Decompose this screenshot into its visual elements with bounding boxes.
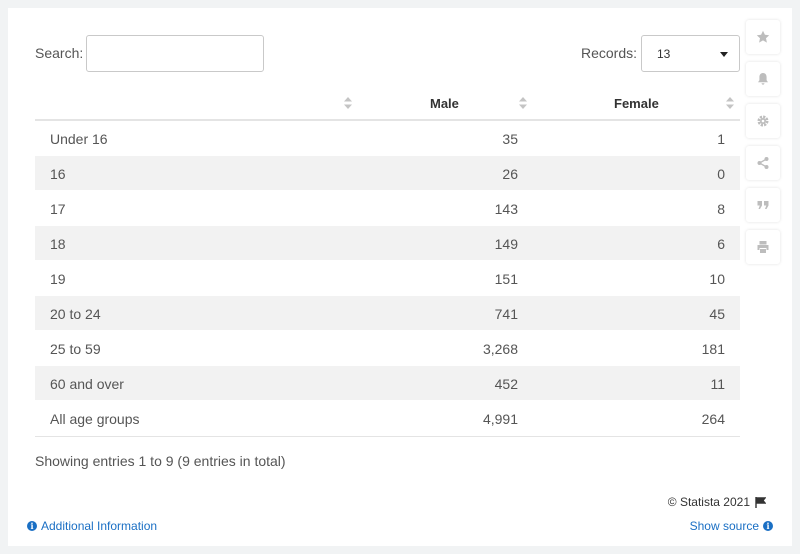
statistic-card: Search: Records: 13 Male Female Under 16… bbox=[8, 8, 792, 546]
table-bottom-border bbox=[35, 436, 740, 437]
copyright-text: © Statista 2021 bbox=[667, 495, 750, 509]
cell-female: 264 bbox=[701, 411, 725, 427]
table-row: Under 16 35 1 bbox=[35, 121, 740, 156]
cell-female: 10 bbox=[709, 271, 725, 287]
table-row: 17 143 8 bbox=[35, 191, 740, 226]
cell-female: 11 bbox=[710, 376, 725, 392]
records-value: 13 bbox=[657, 47, 671, 61]
favorite-button[interactable] bbox=[746, 20, 780, 54]
table-row: All age groups 4,991 264 bbox=[35, 401, 740, 436]
bell-icon bbox=[758, 73, 768, 85]
additional-information-label: Additional Information bbox=[41, 519, 158, 533]
cell-category: 16 bbox=[50, 166, 66, 182]
star-icon bbox=[756, 30, 770, 43]
gear-icon bbox=[757, 115, 769, 127]
cell-category: 20 to 24 bbox=[50, 306, 101, 322]
cite-button[interactable] bbox=[746, 188, 780, 222]
additional-information-link[interactable]: i Additional Information bbox=[27, 519, 157, 533]
table-row: 18 149 6 bbox=[35, 226, 740, 261]
notification-button[interactable] bbox=[746, 62, 780, 96]
cell-category: 17 bbox=[50, 201, 66, 217]
cell-male: 4,991 bbox=[482, 411, 518, 427]
print-icon bbox=[757, 241, 769, 253]
table-row: 16 26 0 bbox=[35, 156, 740, 191]
table-row: 20 to 24 741 45 bbox=[35, 296, 740, 331]
records-label: Records: bbox=[581, 45, 638, 61]
table-row: 25 to 59 3,268 181 bbox=[35, 331, 740, 366]
sort-icon[interactable] bbox=[726, 97, 734, 109]
cell-category: 19 bbox=[50, 271, 66, 287]
data-table: Male Female Under 16 35 1 16 26 0 17 143… bbox=[35, 86, 740, 437]
info-icon: i bbox=[763, 521, 773, 531]
cell-female: 1 bbox=[717, 131, 725, 147]
quote-icon bbox=[757, 201, 769, 209]
sort-icon[interactable] bbox=[519, 97, 527, 109]
cell-category: 25 to 59 bbox=[50, 341, 101, 357]
column-header-male[interactable]: Male bbox=[430, 96, 459, 111]
print-button[interactable] bbox=[746, 230, 780, 264]
show-source-label: Show source bbox=[689, 519, 759, 533]
entries-summary: Showing entries 1 to 9 (9 entries in tot… bbox=[35, 453, 286, 469]
cell-female: 6 bbox=[717, 236, 725, 252]
cell-female: 8 bbox=[717, 201, 725, 217]
cell-male: 149 bbox=[494, 236, 518, 252]
column-header-female[interactable]: Female bbox=[614, 96, 659, 111]
cell-category: All age groups bbox=[50, 411, 140, 427]
cell-male: 741 bbox=[494, 306, 518, 322]
cell-female: 0 bbox=[717, 166, 725, 182]
settings-button[interactable] bbox=[746, 104, 780, 138]
cell-category: 18 bbox=[50, 236, 66, 252]
cell-male: 143 bbox=[494, 201, 518, 217]
cell-category: Under 16 bbox=[50, 131, 108, 147]
share-icon bbox=[757, 157, 769, 169]
share-button[interactable] bbox=[746, 146, 780, 180]
caret-down-icon bbox=[720, 52, 728, 57]
table-row: 19 151 10 bbox=[35, 261, 740, 296]
cell-female: 45 bbox=[709, 306, 725, 322]
table-row: 60 and over 452 11 bbox=[35, 366, 740, 401]
cell-category: 60 and over bbox=[50, 376, 124, 392]
flag-icon[interactable] bbox=[755, 496, 766, 508]
table-header: Male Female bbox=[35, 86, 740, 121]
info-icon: i bbox=[27, 521, 37, 531]
show-source-link[interactable]: Show source i bbox=[690, 519, 773, 533]
cell-male: 3,268 bbox=[482, 341, 518, 357]
search-input[interactable] bbox=[86, 35, 264, 72]
cell-female: 181 bbox=[701, 341, 725, 357]
search-label: Search: bbox=[35, 45, 84, 61]
cell-male: 35 bbox=[502, 131, 518, 147]
cell-male: 151 bbox=[494, 271, 518, 287]
copyright: © Statista 2021 bbox=[668, 495, 766, 509]
cell-male: 452 bbox=[494, 376, 518, 392]
cell-male: 26 bbox=[502, 166, 518, 182]
records-select[interactable]: 13 bbox=[641, 35, 740, 72]
sort-icon[interactable] bbox=[344, 97, 352, 109]
